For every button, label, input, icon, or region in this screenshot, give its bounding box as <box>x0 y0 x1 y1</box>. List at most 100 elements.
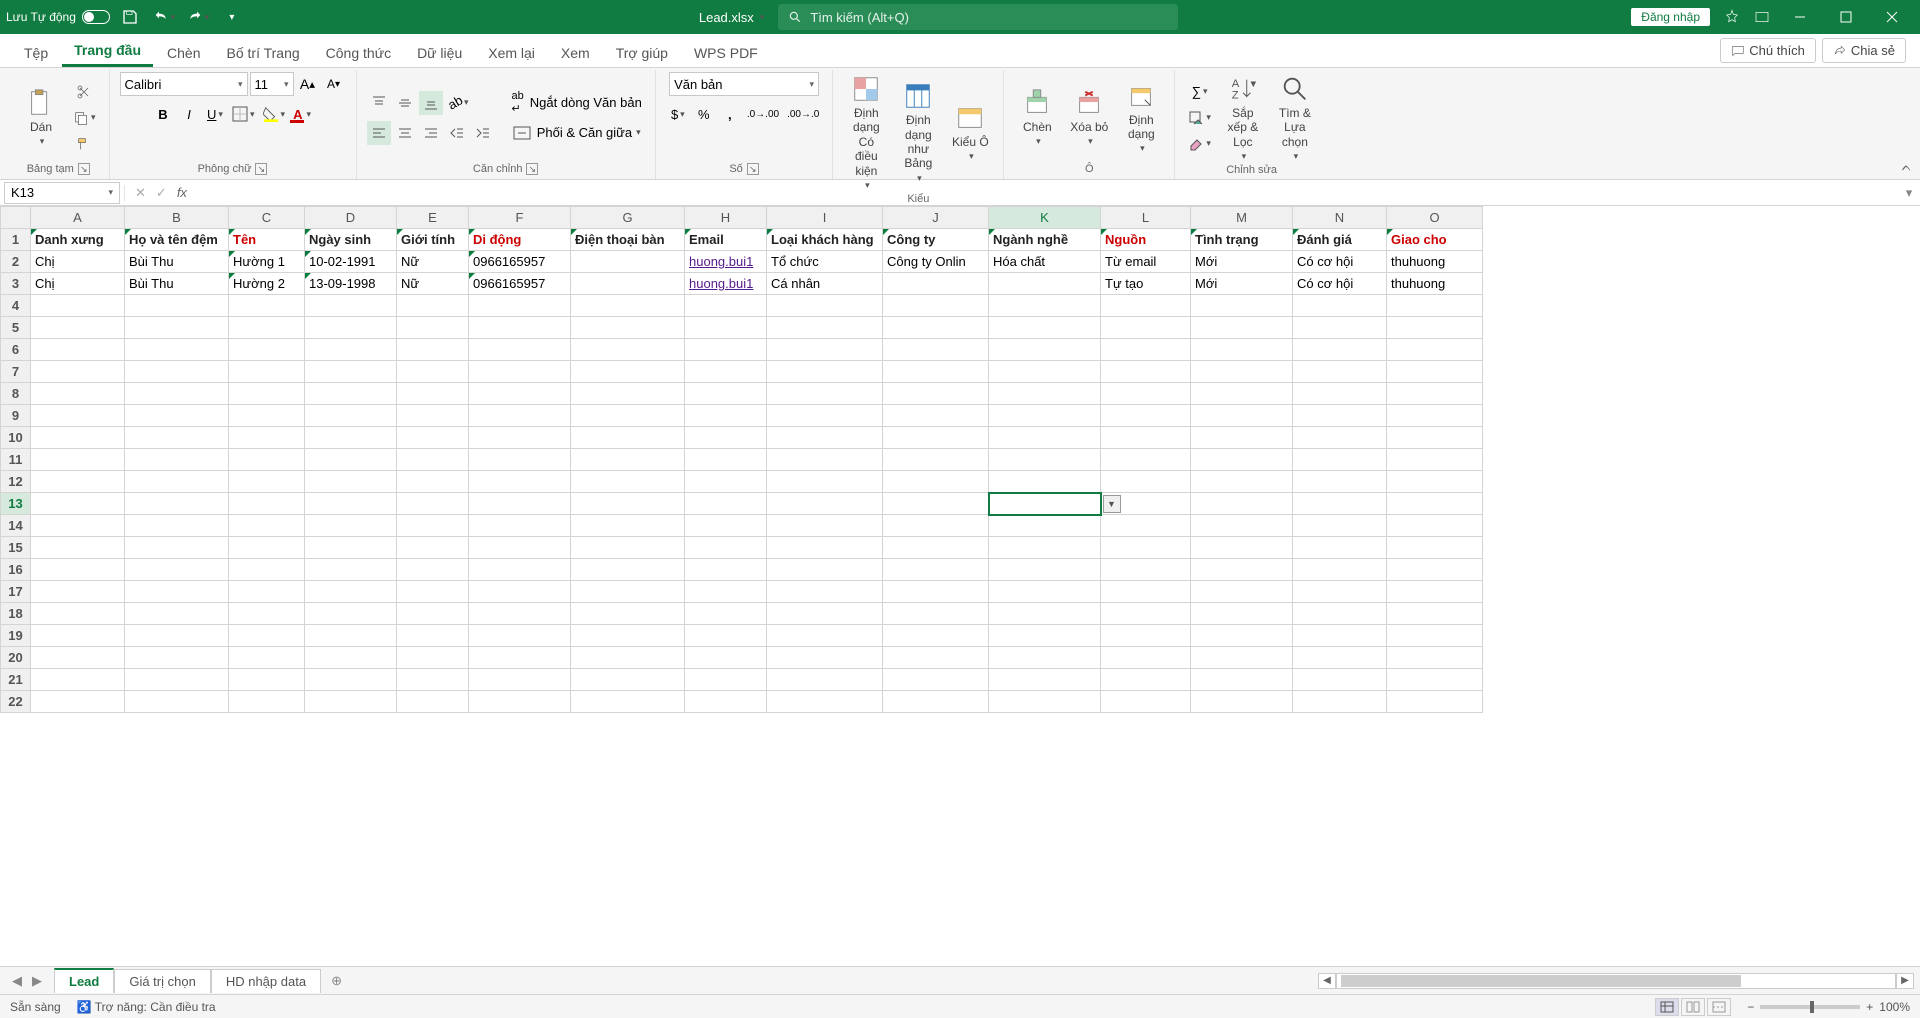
cell[interactable] <box>1191 405 1293 427</box>
cell[interactable] <box>685 691 767 713</box>
cell[interactable] <box>1293 515 1387 537</box>
align-bottom-icon[interactable] <box>419 91 443 115</box>
cell[interactable] <box>469 339 571 361</box>
cell[interactable] <box>1191 647 1293 669</box>
decrease-indent-icon[interactable] <box>445 121 469 145</box>
cell[interactable]: Chị <box>31 273 125 295</box>
cell[interactable]: Nguồn <box>1101 229 1191 251</box>
cell[interactable] <box>1101 471 1191 493</box>
tab-home[interactable]: Trang đầu <box>62 36 153 67</box>
cell[interactable] <box>305 427 397 449</box>
cell[interactable] <box>125 361 229 383</box>
tab-data[interactable]: Dữ liệu <box>405 39 474 67</box>
sheet-nav-first-icon[interactable]: ◀ <box>8 973 26 989</box>
cell[interactable] <box>571 383 685 405</box>
row-header[interactable]: 12 <box>1 471 31 493</box>
cell[interactable] <box>1387 361 1483 383</box>
cell[interactable] <box>469 471 571 493</box>
cell[interactable] <box>1191 669 1293 691</box>
cell-styles-button[interactable]: Kiểu Ô▾ <box>947 101 993 164</box>
cell[interactable] <box>1387 669 1483 691</box>
cell[interactable] <box>571 251 685 273</box>
cell[interactable] <box>685 669 767 691</box>
sheet-nav-last-icon[interactable]: ▶ <box>28 973 46 989</box>
view-page-break-icon[interactable] <box>1707 998 1731 1016</box>
comments-button[interactable]: Chú thích <box>1720 38 1816 63</box>
increase-indent-icon[interactable] <box>471 121 495 145</box>
cell[interactable] <box>305 295 397 317</box>
cell[interactable] <box>767 295 883 317</box>
cell[interactable]: 0966165957 <box>469 251 571 273</box>
autosum-icon[interactable]: ∑▾ <box>1185 80 1214 104</box>
cell[interactable] <box>767 559 883 581</box>
cell[interactable] <box>31 603 125 625</box>
format-painter-icon[interactable] <box>70 132 99 156</box>
cell[interactable] <box>229 647 305 669</box>
cell[interactable] <box>989 295 1101 317</box>
cell[interactable] <box>989 405 1101 427</box>
cell[interactable] <box>125 427 229 449</box>
cell[interactable] <box>1293 647 1387 669</box>
cell[interactable] <box>571 691 685 713</box>
cell[interactable] <box>31 295 125 317</box>
cell[interactable] <box>1191 691 1293 713</box>
cell[interactable] <box>125 537 229 559</box>
cell[interactable] <box>1101 647 1191 669</box>
cell[interactable] <box>883 603 989 625</box>
merge-center-button[interactable]: Phối & Căn giữa▾ <box>509 121 645 145</box>
undo-icon[interactable]: ▾ <box>150 3 178 31</box>
cell[interactable] <box>571 515 685 537</box>
column-header[interactable]: K <box>989 207 1101 229</box>
row-header[interactable]: 11 <box>1 449 31 471</box>
cell[interactable]: Tình trạng <box>1191 229 1293 251</box>
signin-button[interactable]: Đăng nhập <box>1631 8 1710 26</box>
align-right-icon[interactable] <box>419 121 443 145</box>
search-box[interactable]: Tìm kiếm (Alt+Q) <box>778 4 1178 30</box>
cell[interactable] <box>1293 317 1387 339</box>
cell[interactable] <box>571 581 685 603</box>
cell[interactable] <box>469 581 571 603</box>
row-header[interactable]: 16 <box>1 559 31 581</box>
cell[interactable] <box>1387 581 1483 603</box>
cell[interactable] <box>397 537 469 559</box>
cell[interactable] <box>767 603 883 625</box>
cell[interactable] <box>31 317 125 339</box>
cell[interactable]: Điện thoại bàn <box>571 229 685 251</box>
cell[interactable] <box>1191 515 1293 537</box>
number-format-combo[interactable]: Văn bản▾ <box>669 72 819 96</box>
tab-help[interactable]: Trợ giúp <box>604 39 680 67</box>
cell[interactable] <box>31 581 125 603</box>
column-header[interactable]: B <box>125 207 229 229</box>
cell[interactable] <box>685 471 767 493</box>
cell[interactable] <box>305 625 397 647</box>
row-header[interactable]: 21 <box>1 669 31 691</box>
cell[interactable] <box>883 537 989 559</box>
cell[interactable] <box>305 339 397 361</box>
cell[interactable] <box>989 427 1101 449</box>
cell[interactable] <box>1293 559 1387 581</box>
cell[interactable] <box>305 361 397 383</box>
cell[interactable] <box>1387 647 1483 669</box>
cell[interactable] <box>883 295 989 317</box>
cell[interactable] <box>685 559 767 581</box>
cell[interactable] <box>1191 493 1293 515</box>
row-header[interactable]: 1 <box>1 229 31 251</box>
tab-pagelayout[interactable]: Bố trí Trang <box>215 39 312 67</box>
share-button[interactable]: Chia sẻ <box>1822 38 1906 63</box>
cell[interactable] <box>1387 317 1483 339</box>
row-header[interactable]: 10 <box>1 427 31 449</box>
cut-icon[interactable] <box>70 80 99 104</box>
cell[interactable] <box>1387 559 1483 581</box>
cell[interactable] <box>229 581 305 603</box>
cell[interactable] <box>1387 449 1483 471</box>
cell[interactable] <box>469 603 571 625</box>
cell[interactable] <box>571 405 685 427</box>
percent-format-icon[interactable]: % <box>692 102 716 126</box>
cell[interactable] <box>125 317 229 339</box>
tab-wpspdf[interactable]: WPS PDF <box>682 39 770 67</box>
cell[interactable] <box>469 493 571 515</box>
sheet-tab[interactable]: HD nhập data <box>211 969 321 993</box>
fill-color-icon[interactable]: ▾ <box>260 102 289 126</box>
increase-decimal-icon[interactable]: .0→.00 <box>744 102 782 126</box>
cell[interactable] <box>1191 317 1293 339</box>
